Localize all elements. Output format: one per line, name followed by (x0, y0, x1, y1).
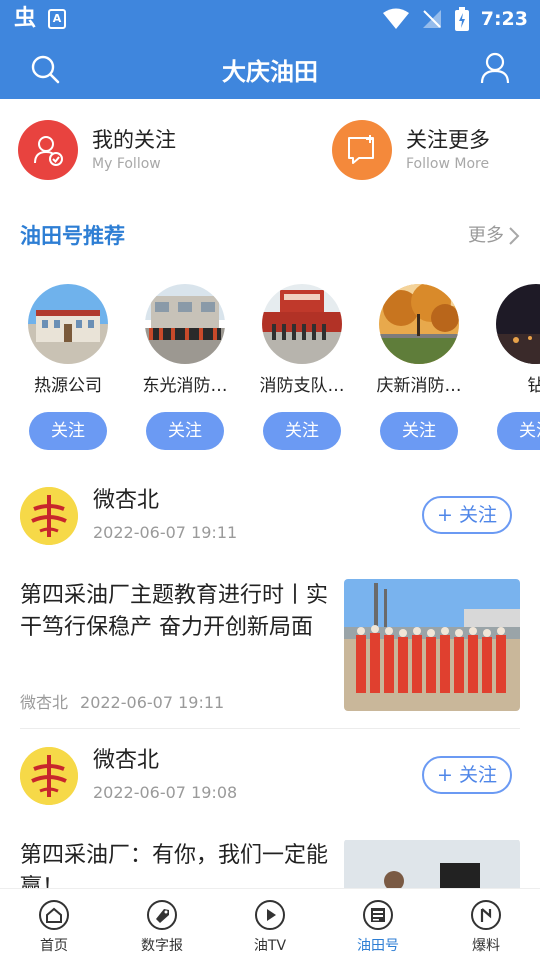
play-icon (255, 900, 285, 930)
post-time: 2022-06-07 19:08 (93, 783, 238, 802)
home-icon (39, 900, 69, 930)
nav-report[interactable]: 爆料 (436, 899, 536, 955)
chevron-right-icon (509, 227, 520, 245)
recommend-section-header: 油田号推荐 更多 (20, 218, 520, 254)
nav-oil-tv[interactable]: 油TV (220, 899, 320, 955)
channel-name: 热源公司 (34, 376, 102, 396)
bottom-navigation: 首页 数字报 油TV 油田号 爆料 (0, 888, 540, 960)
channel-follow-button[interactable]: 关注 (146, 412, 224, 450)
follow-more-icon (332, 120, 392, 180)
channel-card[interactable]: 庆新消防… 关注 (367, 284, 471, 450)
report-icon (471, 900, 501, 930)
channel-follow-button[interactable]: 关注 (29, 412, 107, 450)
nav-label: 数字报 (141, 938, 183, 954)
nav-digital-paper[interactable]: 数字报 (112, 899, 212, 955)
author-follow-button[interactable]: + 关注 (422, 496, 512, 534)
author-name[interactable]: 微杏北 (93, 486, 159, 516)
status-bar: 虫 A 7:23 (0, 0, 540, 38)
no-signal-icon (422, 10, 441, 28)
page-title: 大庆油田 (222, 58, 318, 86)
channel-avatar (262, 284, 342, 364)
follow-more-label: 关注更多 (406, 128, 490, 152)
article-thumbnail[interactable] (344, 840, 520, 888)
my-follow-link[interactable]: 我的关注 My Follow (18, 119, 176, 181)
channel-carousel[interactable]: 热源公司 关注 东光消防… 关注 消防支队… 关注 庆新消防… 关注 钻 关注 (0, 284, 540, 454)
nav-label: 油TV (253, 938, 287, 954)
app-notification-icon: 虫 (14, 6, 37, 31)
my-follow-sublabel: My Follow (92, 156, 161, 172)
section-title: 油田号推荐 (20, 224, 125, 248)
channel-name: 东光消防… (142, 376, 228, 396)
tag-icon (147, 900, 177, 930)
channel-avatar (145, 284, 225, 364)
follow-shortcuts: 我的关注 My Follow 关注更多 Follow More (0, 99, 540, 199)
channel-card[interactable]: 热源公司 关注 (16, 284, 120, 450)
post-header: 微杏北 2022-06-07 19:11 + 关注 (0, 484, 540, 554)
channel-avatar (496, 284, 540, 364)
article-time: 2022-06-07 19:11 (80, 693, 225, 712)
article-title[interactable]: 第四采油厂：有你，我们一定能赢！ (20, 840, 338, 888)
nav-home[interactable]: 首页 (4, 899, 104, 955)
article-title[interactable]: 第四采油厂主题教育进行时丨实干笃行保稳产 奋力开创新局面 (20, 580, 338, 644)
channel-name: 消防支队… (259, 376, 345, 396)
more-label: 更多 (468, 225, 504, 246)
nav-label: 首页 (40, 938, 68, 954)
author-avatar[interactable] (20, 747, 78, 805)
follow-more-sublabel: Follow More (406, 156, 490, 172)
author-name[interactable]: 微杏北 (93, 746, 159, 776)
nav-label: 油田号 (357, 938, 399, 954)
my-follow-icon (18, 120, 78, 180)
author-avatar[interactable] (20, 487, 78, 545)
follow-more-link[interactable]: 关注更多 Follow More (332, 119, 490, 181)
channel-card[interactable]: 消防支队… 关注 (250, 284, 354, 450)
my-follow-label: 我的关注 (92, 128, 176, 152)
clock: 7:23 (480, 8, 528, 30)
channel-avatar (379, 284, 459, 364)
app-header: 大庆油田 (0, 38, 540, 99)
channel-follow-button[interactable]: 关注 (263, 412, 341, 450)
article-meta: 微杏北 2022-06-07 19:11 (20, 692, 224, 714)
divider (20, 728, 520, 729)
more-link[interactable]: 更多 (468, 218, 520, 254)
post-time: 2022-06-07 19:11 (93, 523, 238, 542)
wifi-icon (382, 8, 409, 29)
font-notification-icon: A (48, 9, 67, 29)
author-follow-button[interactable]: + 关注 (422, 756, 512, 794)
article-source: 微杏北 (20, 693, 69, 712)
article-item[interactable]: 第四采油厂：有你，我们一定能赢！ (0, 840, 540, 888)
channel-follow-button[interactable]: 关注 (380, 412, 458, 450)
channel-name: 庆新消防… (376, 376, 462, 396)
user-icon[interactable] (480, 52, 510, 84)
article-thumbnail[interactable] (344, 579, 520, 711)
nav-oilfield-account[interactable]: 油田号 (328, 899, 428, 955)
channel-card[interactable]: 钻 关注 (484, 284, 540, 450)
battery-icon (454, 7, 469, 31)
nav-label: 爆料 (472, 938, 500, 954)
newspaper-icon (363, 900, 393, 930)
article-item[interactable]: 第四采油厂主题教育进行时丨实干笃行保稳产 奋力开创新局面 微杏北 2022-06-… (0, 579, 540, 720)
channel-name: 钻 (527, 376, 540, 396)
channel-card[interactable]: 东光消防… 关注 (133, 284, 237, 450)
channel-follow-button[interactable]: 关注 (497, 412, 540, 450)
post-header: 微杏北 2022-06-07 19:08 + 关注 (0, 744, 540, 814)
channel-avatar (28, 284, 108, 364)
